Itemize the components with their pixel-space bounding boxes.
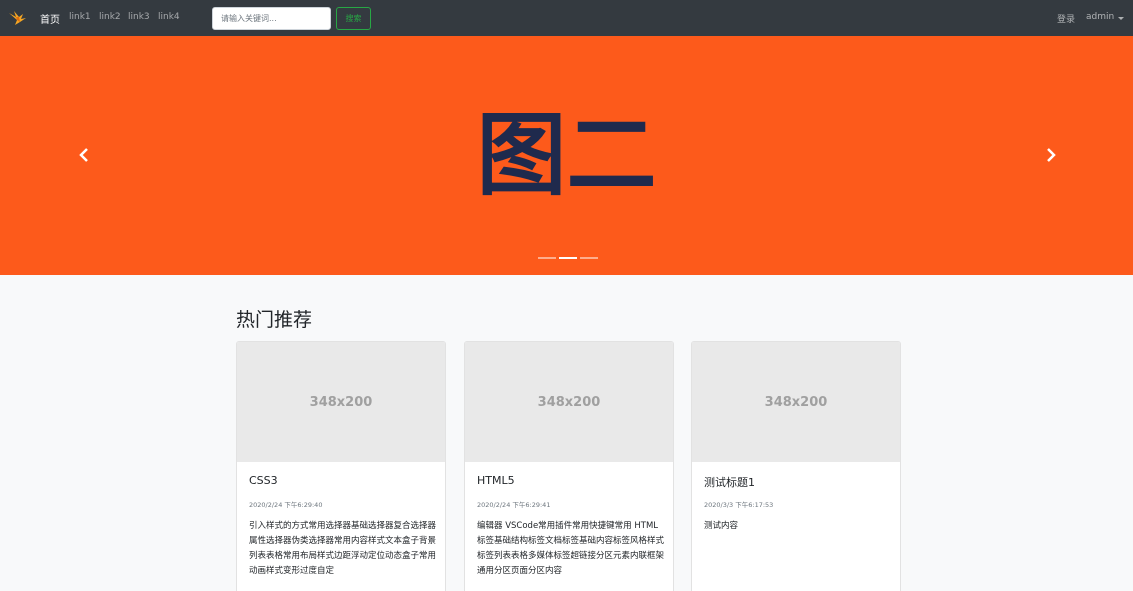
login-link[interactable]: 登录	[1057, 12, 1075, 25]
nav-link-4[interactable]: link4	[158, 12, 180, 22]
carousel-next-icon[interactable]	[1041, 144, 1061, 166]
nav-link-2[interactable]: link2	[99, 12, 121, 22]
carousel: 图二	[0, 36, 1133, 275]
card-image-placeholder: 348x200	[465, 342, 673, 462]
user-dropdown[interactable]: admin	[1086, 12, 1114, 22]
nav-home-link[interactable]: 首页	[40, 11, 60, 26]
card-html5[interactable]: 348x200 HTML5 2020/2/24 下午6:29:41 编辑器 VS…	[464, 341, 674, 591]
card-date: 2020/2/24 下午6:29:40	[249, 501, 323, 509]
card-image-placeholder: 348x200	[237, 342, 445, 462]
carousel-prev-icon[interactable]	[74, 144, 94, 166]
search-input[interactable]	[212, 7, 331, 30]
nav-link-1[interactable]: link1	[69, 12, 91, 22]
card-date: 2020/3/3 下午6:17:53	[704, 501, 774, 509]
carousel-slide-text: 图二	[476, 103, 657, 208]
carousel-indicator-2[interactable]	[559, 257, 577, 259]
section-title: 热门推荐	[236, 309, 313, 331]
card-test-1[interactable]: 348x200 测试标题1 2020/3/3 下午6:17:53 测试内容	[691, 341, 901, 591]
nav-link-3[interactable]: link3	[128, 12, 150, 22]
card-text: 引入样式的方式常用选择器基础选择器复合选择器属性选择器伪类选择器常用内容样式文本…	[249, 521, 437, 576]
content-area: 热门推荐 348x200 CSS3 2020/2/24 下午6:29:40 引入…	[0, 275, 1133, 591]
carousel-indicators	[538, 257, 598, 259]
carousel-indicator-1[interactable]	[538, 257, 556, 259]
caret-down-icon[interactable]	[1118, 17, 1124, 20]
bird-logo-icon[interactable]	[8, 9, 28, 27]
card-date: 2020/2/24 下午6:29:41	[477, 501, 551, 509]
card-text: 测试内容	[704, 521, 739, 531]
carousel-indicator-3[interactable]	[580, 257, 598, 259]
search-button[interactable]: 搜索	[336, 7, 371, 30]
navbar: 首页 link1 link2 link3 link4 搜索 登录 admin	[0, 0, 1133, 36]
card-css3[interactable]: 348x200 CSS3 2020/2/24 下午6:29:40 引入样式的方式…	[236, 341, 446, 591]
card-image-placeholder: 348x200	[692, 342, 900, 462]
card-title[interactable]: CSS3	[249, 474, 278, 487]
card-title[interactable]: HTML5	[477, 474, 515, 487]
card-text: 编辑器 VSCode常用插件常用快捷键常用 HTML 标签基础结构标签文档标签基…	[477, 521, 665, 576]
card-title[interactable]: 测试标题1	[704, 474, 755, 490]
